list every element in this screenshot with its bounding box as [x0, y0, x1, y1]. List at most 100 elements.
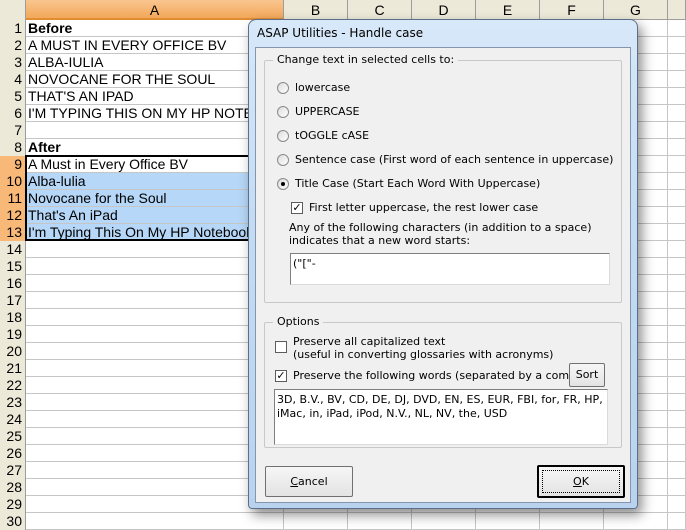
checkmark-icon[interactable]: ✓ [275, 369, 287, 382]
row-header[interactable]: 30 [0, 513, 26, 530]
cell[interactable] [668, 207, 686, 223]
row-header[interactable]: 29 [0, 496, 26, 513]
column-header-f[interactable]: F [540, 0, 604, 20]
first-letter-checkbox[interactable]: ✓ First letter uppercase, the rest lower… [291, 201, 538, 214]
row-header[interactable]: 21 [0, 360, 26, 377]
cell-a[interactable] [26, 122, 284, 138]
cell[interactable] [668, 462, 686, 478]
ok-button[interactable]: OK [537, 465, 625, 498]
cell-a[interactable]: I'm Typing This On My HP Notebook [26, 224, 284, 240]
cell-a[interactable] [26, 377, 284, 393]
preserve-words-checkbox[interactable]: ✓ Preserve the following words (separate… [275, 369, 595, 382]
cell-a[interactable] [26, 292, 284, 308]
row-header[interactable]: 19 [0, 326, 26, 343]
cell[interactable] [668, 139, 686, 155]
cell[interactable] [668, 88, 686, 104]
cell[interactable] [604, 513, 668, 529]
row-header[interactable]: 24 [0, 411, 26, 428]
cell[interactable] [284, 513, 348, 529]
row-header[interactable]: 13 [0, 224, 26, 241]
cell-a[interactable] [26, 258, 284, 274]
radio-lowercase[interactable]: lowercase [277, 81, 350, 94]
row-header[interactable]: 20 [0, 343, 26, 360]
cell[interactable] [348, 513, 412, 529]
cell[interactable] [668, 411, 686, 427]
cell-a[interactable] [26, 309, 284, 325]
cell[interactable] [412, 513, 476, 529]
select-all-corner[interactable] [0, 0, 26, 20]
preserve-words-input[interactable]: 3D, B.V., BV, CD, DE, DJ, DVD, EN, ES, E… [274, 389, 608, 445]
cell[interactable] [668, 122, 686, 138]
cell[interactable] [668, 173, 686, 189]
radio-toggle-case[interactable]: tOGGLE cASE [277, 129, 369, 142]
cell[interactable] [668, 20, 686, 36]
row-header[interactable]: 15 [0, 258, 26, 275]
row-header[interactable]: 18 [0, 309, 26, 326]
cell[interactable] [668, 445, 686, 461]
cell-a[interactable] [26, 360, 284, 376]
cell[interactable] [668, 428, 686, 444]
row-header[interactable]: 3 [0, 54, 26, 71]
radio-sentence-case[interactable]: Sentence case (First word of each senten… [277, 153, 613, 166]
sort-button[interactable]: Sort [569, 363, 605, 387]
radio-uppercase[interactable]: UPPERCASE [277, 105, 360, 118]
cell-a[interactable] [26, 326, 284, 342]
cell-a[interactable]: Novocane for the Soul [26, 190, 284, 206]
cell[interactable] [476, 513, 540, 529]
cell[interactable] [668, 241, 686, 257]
cell-a[interactable] [26, 513, 284, 529]
cell[interactable] [668, 258, 686, 274]
cell[interactable] [668, 513, 686, 529]
radio-button-icon[interactable] [277, 153, 289, 166]
column-header-g[interactable]: G [604, 0, 668, 20]
row-header[interactable]: 6 [0, 105, 26, 122]
preserve-caps-checkbox[interactable]: Preserve all capitalized text (useful in… [275, 335, 553, 361]
cell-a[interactable]: After [26, 139, 284, 155]
checkbox-empty-icon[interactable] [275, 341, 287, 353]
column-header-b[interactable]: B [284, 0, 348, 20]
radio-button-icon[interactable] [277, 129, 289, 142]
cell-a[interactable] [26, 462, 284, 478]
cell[interactable] [668, 377, 686, 393]
row-header[interactable]: 9 [0, 156, 26, 173]
cell-a[interactable] [26, 428, 284, 444]
row-header[interactable]: 7 [0, 122, 26, 139]
cell-a[interactable] [26, 394, 284, 410]
cell-a[interactable]: NOVOCANE FOR THE SOUL [26, 71, 284, 87]
row-header[interactable]: 22 [0, 377, 26, 394]
cell-a[interactable] [26, 411, 284, 427]
column-header-d[interactable]: D [412, 0, 476, 20]
cell[interactable] [668, 190, 686, 206]
row-header[interactable]: 4 [0, 71, 26, 88]
cell[interactable] [540, 513, 604, 529]
cell-a[interactable]: Before [26, 20, 284, 36]
column-header-h[interactable] [668, 0, 686, 20]
cell-a[interactable] [26, 343, 284, 359]
cell[interactable] [668, 360, 686, 376]
cell[interactable] [668, 326, 686, 342]
row-header[interactable]: 14 [0, 241, 26, 258]
column-header-a[interactable]: A [26, 0, 284, 20]
separators-input[interactable]: ("["- [290, 253, 610, 285]
cell[interactable] [668, 224, 686, 240]
cancel-button[interactable]: Cancel [265, 466, 353, 497]
cell-a[interactable]: Alba-lulia [26, 173, 284, 189]
dialog-title[interactable]: ASAP Utilities - Handle case [257, 26, 423, 40]
cell[interactable] [668, 105, 686, 121]
cell[interactable] [668, 275, 686, 291]
cell[interactable] [668, 394, 686, 410]
cell-a[interactable] [26, 275, 284, 291]
cell-a[interactable]: A Must in Every Office BV [26, 156, 284, 172]
cell[interactable] [668, 343, 686, 359]
cell[interactable] [668, 37, 686, 53]
row-header[interactable]: 12 [0, 207, 26, 224]
row-header[interactable]: 8 [0, 139, 26, 156]
row-header[interactable]: 10 [0, 173, 26, 190]
column-header-e[interactable]: E [476, 0, 540, 20]
row-header[interactable]: 16 [0, 275, 26, 292]
row-header[interactable]: 2 [0, 37, 26, 54]
row-header[interactable]: 11 [0, 190, 26, 207]
row-header[interactable]: 25 [0, 428, 26, 445]
cell-a[interactable] [26, 241, 284, 257]
cell[interactable] [668, 71, 686, 87]
